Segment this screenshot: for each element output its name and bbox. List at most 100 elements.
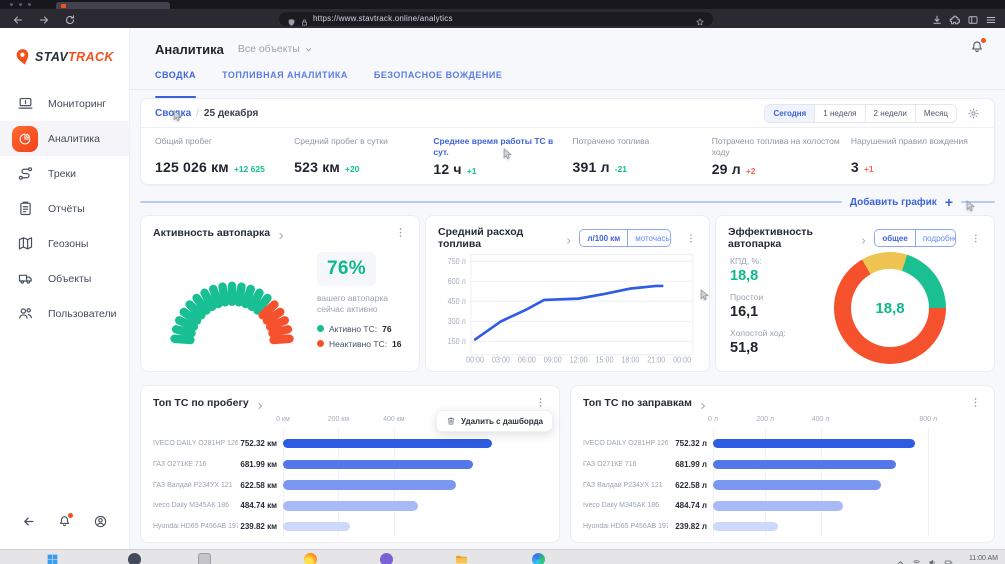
toggle-detailed[interactable]: подробно [915, 230, 957, 246]
legend-dot [317, 340, 324, 347]
tray-chevron-up-icon[interactable] [896, 554, 905, 563]
toggle-general[interactable]: общее [875, 230, 914, 246]
sidebar-panel-icon[interactable] [967, 13, 979, 25]
tab-summary[interactable]: СВОДКА [155, 70, 196, 89]
wifi-icon[interactable] [912, 554, 921, 563]
collapse-arrow-icon[interactable] [21, 514, 36, 529]
vehicle-name: Iveco Daily М345АК 186 [583, 502, 668, 509]
range-button-one-week[interactable]: 1 неделя [814, 105, 864, 122]
browser-tab[interactable] [56, 2, 170, 9]
sidebar-footer [0, 514, 129, 529]
chevron-right-icon[interactable] [255, 398, 265, 408]
kebab-menu-icon[interactable] [969, 396, 982, 409]
bookmark-star-icon[interactable] [695, 14, 705, 24]
kebab-menu-icon[interactable] [534, 396, 547, 409]
objects-scope-dropdown[interactable]: Все объекты [238, 43, 313, 55]
chevron-right-icon[interactable] [698, 398, 708, 408]
card-title[interactable]: Топ ТС по заправкам [583, 397, 692, 409]
sidebar-item-geozones[interactable]: Геозоны [0, 226, 129, 261]
search-icon[interactable] [128, 553, 141, 564]
system-tray [896, 554, 953, 563]
kebab-menu-icon[interactable] [970, 232, 982, 245]
bar [713, 439, 915, 449]
svg-text:03:00: 03:00 [492, 355, 510, 364]
bar-value: 239.82 км [238, 522, 283, 531]
chevron-right-icon[interactable] [859, 233, 868, 243]
card-title[interactable]: Активность автопарка [153, 227, 270, 239]
settings-gear-icon[interactable] [967, 107, 980, 120]
efficiency-stats: КПД, %:18,8Простои16,1Холостой ход:51,8 [730, 256, 826, 356]
delete-from-dashboard-menu-item[interactable]: Удалить с дашборда [436, 410, 553, 432]
card-title[interactable]: Средний расход топлива [438, 226, 558, 250]
forward-icon[interactable] [38, 13, 50, 25]
sidebar-item-tracks[interactable]: Треки [0, 156, 129, 191]
stat-value-row: 3+1 [851, 159, 980, 175]
kebab-menu-icon[interactable] [685, 232, 697, 245]
sidebar-item-users[interactable]: Пользователи [0, 296, 129, 331]
vehicle-name: Iveco Daily М345АК 186 [153, 502, 238, 509]
lock-icon[interactable] [300, 14, 309, 23]
account-icon[interactable] [93, 514, 108, 529]
stavtrack-logo: STAVTRACK [0, 28, 129, 86]
card-title[interactable]: Топ ТС по пробегу [153, 397, 249, 409]
card-header: Эффективность автопарка общееподробно [716, 216, 994, 250]
trash-icon [446, 416, 456, 426]
volume-icon[interactable] [928, 554, 937, 563]
efficiency-stat-label: Простои [730, 292, 826, 302]
stat-value-row: 29 л+2 [712, 161, 841, 177]
url-bar[interactable]: https://www.stavtrack.online/analytics [279, 12, 713, 26]
sidebar-item-reports[interactable]: Отчёты [0, 191, 129, 226]
kebab-menu-icon[interactable] [394, 226, 407, 239]
bar-value: 752.32 км [238, 439, 283, 448]
edge-icon[interactable] [532, 553, 545, 564]
summary-stat-avg-work-time[interactable]: Среднее время работы ТС в сут.12 ч+1 [433, 136, 562, 177]
file-explorer-icon[interactable] [455, 553, 468, 564]
range-button-two-weeks[interactable]: 2 недели [865, 105, 915, 122]
toggle-l-per-100km[interactable]: л/100 км [580, 230, 627, 246]
divider [140, 201, 842, 203]
chevron-right-icon[interactable] [564, 233, 573, 243]
task-view-icon[interactable] [198, 553, 211, 564]
start-button-icon[interactable] [46, 553, 59, 564]
sidebar-item-objects[interactable]: Объекты [0, 261, 129, 296]
add-chart-button[interactable]: Добавить график [850, 197, 937, 208]
summary-card: Сводка / 25 декабря Сегодня1 неделя2 нед… [140, 98, 995, 185]
axis-tick-label: 800 л [919, 416, 937, 423]
header-bell-icon[interactable] [969, 39, 985, 55]
chevron-right-icon[interactable] [276, 228, 286, 238]
legend-label: Активно ТС: [329, 324, 377, 334]
sidebar-item-monitoring[interactable]: Мониторинг [0, 86, 129, 121]
tab-fuel-analytics[interactable]: ТОПЛИВНАЯ АНАЛИТИКА [222, 70, 348, 89]
reload-icon[interactable] [64, 13, 76, 25]
back-icon[interactable] [12, 13, 24, 25]
toggle-engine-hours[interactable]: моточасы [627, 230, 671, 246]
efficiency-stat-label: КПД, %: [730, 256, 826, 266]
tab-safe-driving[interactable]: БЕЗОПАСНОЕ ВОЖДЕНИЕ [374, 70, 502, 89]
card-title[interactable]: Эффективность автопарка [728, 226, 853, 250]
activity-legend: Активно ТС:76Неактивно ТС:16 [317, 324, 413, 349]
range-button-month[interactable]: Месяц [915, 105, 956, 122]
tracking-shield-icon[interactable] [287, 14, 296, 23]
users-icon [12, 301, 38, 327]
sidebar-item-analytics[interactable]: Аналитика [0, 121, 129, 156]
charts-row-bottom: Топ ТС по пробегу Удалить с дашборда 0 к… [140, 385, 995, 543]
logo-text-stav: STAV [35, 50, 68, 64]
extensions-icon[interactable] [949, 13, 961, 25]
analytics-icon [12, 126, 38, 152]
stat-delta: -21 [615, 164, 627, 174]
range-button-today[interactable]: Сегодня [765, 105, 814, 122]
notifications-bell-icon[interactable] [57, 514, 72, 529]
window-controls[interactable] [10, 3, 31, 6]
taskbar-clock[interactable]: 11:00 AM [969, 555, 998, 562]
menu-hamburger-icon[interactable] [985, 13, 997, 25]
fleet-activity-gauge [157, 260, 307, 352]
plus-icon[interactable]: + [945, 195, 953, 209]
downloads-icon[interactable] [931, 13, 943, 25]
app-icon[interactable] [380, 553, 393, 564]
firefox-icon[interactable] [304, 553, 317, 564]
bar-value: 484.74 л [668, 501, 713, 510]
bar-row: ГАЗ О271КЕ 716681.99 км [153, 455, 547, 474]
battery-icon[interactable] [944, 554, 953, 563]
url-text[interactable]: https://www.stavtrack.online/analytics [313, 14, 691, 23]
card-header: Активность автопарка [141, 216, 419, 239]
